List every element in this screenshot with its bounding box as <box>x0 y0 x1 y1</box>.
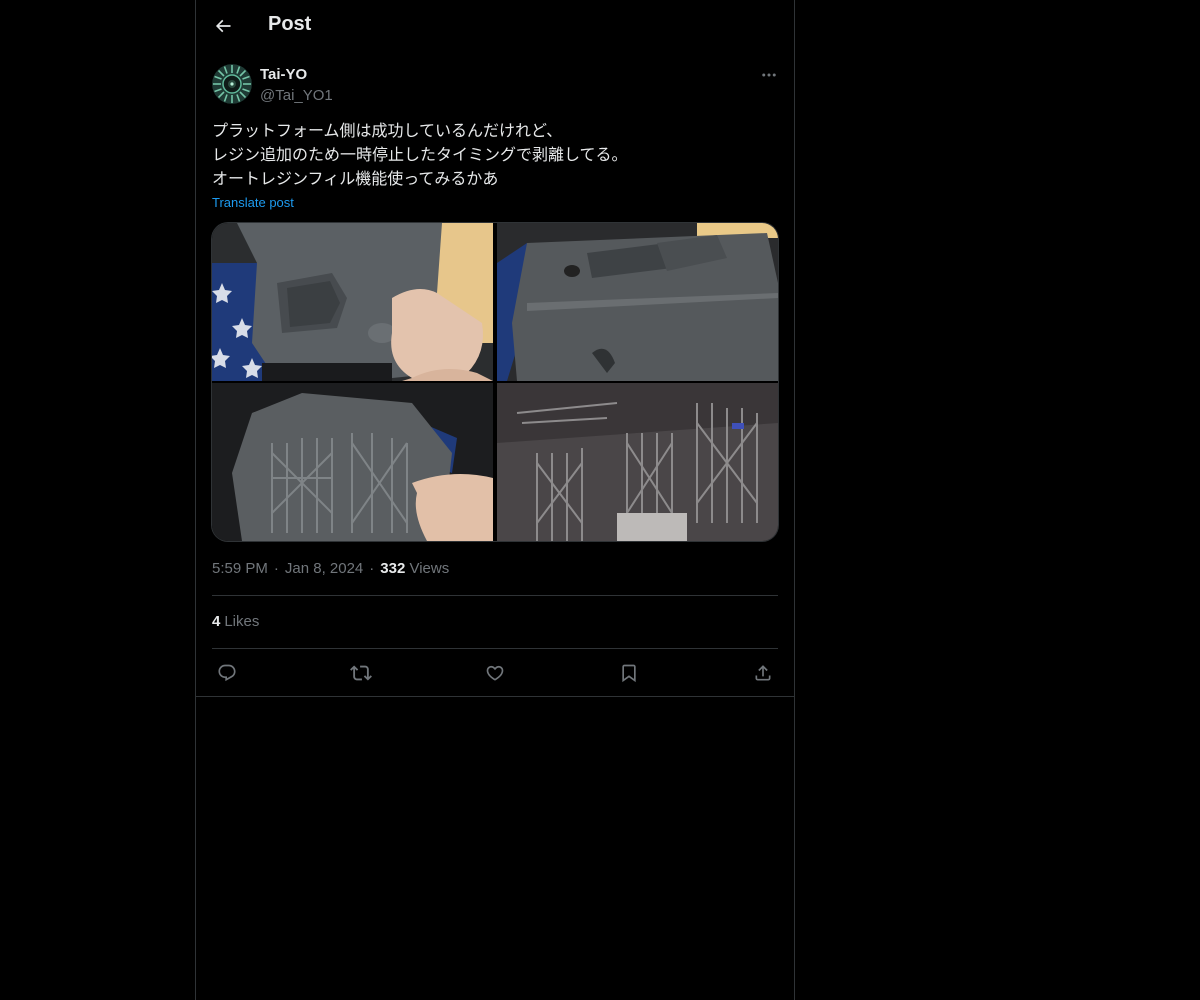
likes-count: 4 <box>212 613 221 630</box>
divider <box>212 595 778 596</box>
post-text-line: レジン追加のため一時停止したタイミングで剥離してる。 <box>212 145 628 164</box>
post-photo-3[interactable] <box>212 383 493 541</box>
post-column: Post Tai-YO @Tai_YO1 プラットフォーム側は成功しているんだけ… <box>195 0 795 1000</box>
translate-post-link[interactable]: Translate post <box>212 195 294 210</box>
author-handle[interactable]: @Tai_YO1 <box>260 87 333 104</box>
separator-dot: · <box>369 560 375 577</box>
post-text-line: プラットフォーム側は成功しているんだけれど、 <box>212 121 563 140</box>
post-text-line: オートレジンフィル機能使ってみるかあ <box>212 169 499 188</box>
post-time[interactable]: 5:59 PM <box>212 560 268 577</box>
share-button[interactable] <box>750 661 776 685</box>
avatar[interactable] <box>212 64 252 104</box>
likes-link[interactable]: 4 Likes <box>212 613 259 630</box>
bookmark-icon <box>622 664 636 683</box>
like-button[interactable] <box>482 661 508 685</box>
share-icon <box>755 665 771 681</box>
post-date[interactable]: Jan 8, 2024 <box>285 560 363 577</box>
repost-icon <box>350 665 372 681</box>
post-meta: 5:59 PM · Jan 8, 2024 · 332 Views <box>212 560 449 577</box>
separator-dot: · <box>273 560 279 577</box>
page-title: Post <box>268 13 312 35</box>
action-bar <box>196 649 794 697</box>
more-horizontal-icon <box>762 73 776 77</box>
reply-button[interactable] <box>214 661 240 685</box>
more-options-button[interactable] <box>756 64 782 86</box>
post-photo-4[interactable] <box>497 383 778 541</box>
back-button[interactable] <box>210 12 236 40</box>
views-count: 332 <box>380 560 406 577</box>
reply-icon <box>218 664 236 682</box>
author-display-name[interactable]: Tai-YO <box>260 66 307 83</box>
media-grid <box>212 223 778 541</box>
arrow-left-icon <box>215 19 231 33</box>
bookmark-button[interactable] <box>616 661 642 685</box>
likes-label: Likes <box>224 613 260 630</box>
post-photo-2[interactable] <box>497 223 778 381</box>
post-text: プラットフォーム側は成功しているんだけれど、 レジン追加のため一時停止したタイミ… <box>212 119 778 191</box>
repost-button[interactable] <box>348 661 374 685</box>
heart-icon <box>486 665 504 681</box>
post-photo-1[interactable] <box>212 223 493 381</box>
page-header: Post <box>196 0 794 53</box>
views-label: Views <box>409 560 450 577</box>
